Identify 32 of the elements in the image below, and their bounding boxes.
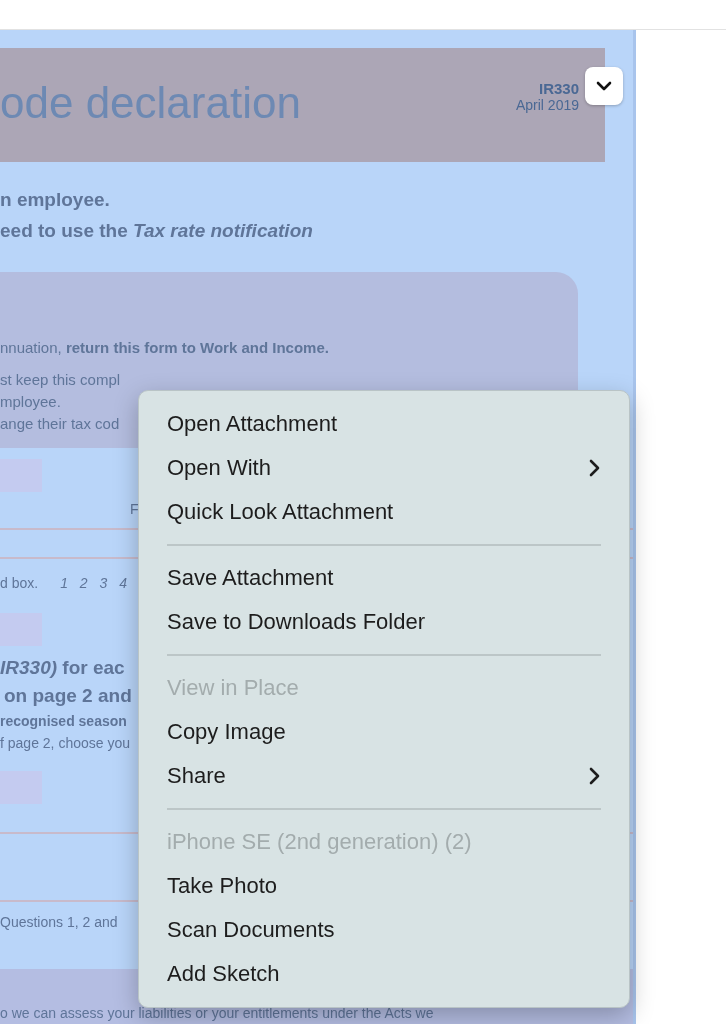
menu-item[interactable]: Save Attachment: [139, 556, 629, 600]
notice-text: ange their tax cod: [0, 414, 120, 434]
form-title: ode declaration: [0, 78, 301, 128]
instruction-text: d box.: [0, 574, 39, 593]
chevron-right-icon: [587, 766, 601, 786]
intro-text: eed to use the Tax rate notification: [0, 219, 313, 243]
menu-item[interactable]: Open Attachment: [139, 402, 629, 446]
notice-text: mployee.: [0, 392, 61, 412]
menu-item[interactable]: Quick Look Attachment: [139, 490, 629, 534]
chevron-right-icon: [587, 458, 601, 478]
note-text: f page 2, choose you: [0, 734, 130, 753]
menu-item[interactable]: Add Sketch: [139, 952, 629, 996]
menu-item[interactable]: Save to Downloads Folder: [139, 600, 629, 644]
form-date: April 2019: [515, 96, 579, 113]
menu-item[interactable]: Open With: [139, 446, 629, 490]
question-text: on page 2 and: [4, 684, 132, 708]
menu-item[interactable]: Share: [139, 754, 629, 798]
intro-text: n employee.: [0, 188, 110, 212]
digit-labels: 1 2 3 4: [60, 575, 131, 591]
form-label: F: [130, 500, 139, 519]
menu-item[interactable]: Scan Documents: [139, 908, 629, 952]
menu-item[interactable]: Take Photo: [139, 864, 629, 908]
notice-text: st keep this compl: [0, 370, 121, 390]
collapse-button[interactable]: [585, 67, 623, 105]
notice-text: nnuation, return this form to Work and Income.: [0, 338, 329, 358]
form-code: IR330: [538, 79, 579, 97]
chevron-down-icon: [596, 81, 612, 91]
question-text: IR330) for eac: [0, 656, 125, 680]
note-text: recognised season: [0, 712, 127, 731]
menu-item[interactable]: Copy Image: [139, 710, 629, 754]
footer-text: o we can assess your liabilities or your entitlements under the Acts we: [0, 1005, 434, 1021]
instruction-text: Questions 1, 2 and: [0, 913, 118, 932]
